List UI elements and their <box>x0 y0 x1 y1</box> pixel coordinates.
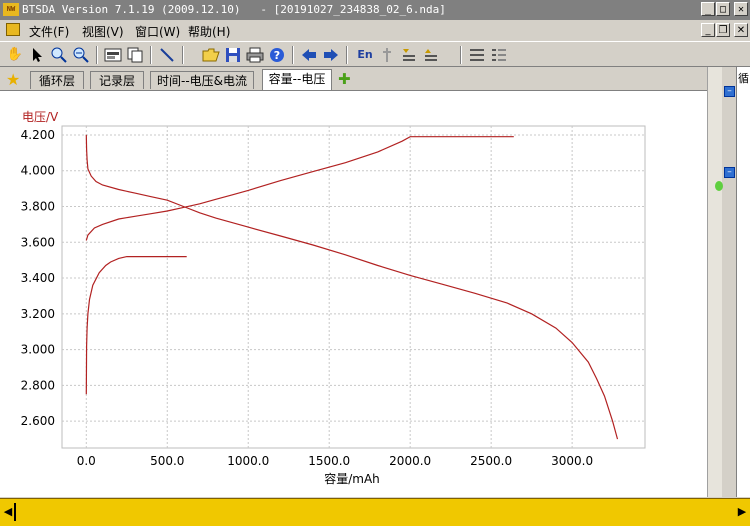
maximize-button[interactable]: □ <box>716 2 730 16</box>
zoom-out-icon[interactable] <box>72 46 90 64</box>
tab-cycle-layer[interactable]: 循环层 <box>30 71 84 89</box>
detail-view-icon[interactable] <box>490 46 508 64</box>
star-icon[interactable]: ★ <box>6 70 20 89</box>
doc-minimize-button[interactable]: _ <box>701 23 715 37</box>
y-tick-label: 3.200 <box>21 307 55 321</box>
list-view-icon[interactable] <box>468 46 486 64</box>
capacity-voltage-chart: 2.600 2.800 3.000 3.200 3.400 3.600 3.800 4.000… <box>21 110 646 486</box>
series-line-3 <box>85 134 619 440</box>
menu-help[interactable]: 帮助(H) <box>188 23 230 40</box>
doc-icon[interactable] <box>6 23 20 36</box>
y-tick-label: 4.200 <box>21 128 55 142</box>
scroll-thumb[interactable] <box>14 503 16 521</box>
title-bar: NW BTSDA Version 7.1.19 (2009.12.10) - [… <box>0 0 750 20</box>
print-icon[interactable] <box>246 46 264 64</box>
x-axis-label: 容量/mAh <box>324 471 380 486</box>
hand-icon[interactable]: ✋ <box>6 46 24 64</box>
language-toggle[interactable]: En <box>354 46 376 64</box>
right-panel-label: 循 <box>738 72 749 85</box>
series-line-2 <box>85 136 514 241</box>
y-tick-label: 2.800 <box>21 378 55 392</box>
menu-window[interactable]: 窗口(W) <box>135 23 180 40</box>
menu-bar: 文件(F) 视图(V) 窗口(W) 帮助(H) _ ❐ ✕ <box>0 20 750 40</box>
x-tick-label: 3000.0 <box>551 454 593 468</box>
window-title: BTSDA Version 7.1.19 (2009.12.10) - [201… <box>22 3 446 16</box>
x-tick-label: 1500.0 <box>308 454 350 468</box>
tab-bar: ★ 循环层 记录层 时间--电压&电流 容量--电压 ✚ <box>0 68 720 90</box>
series-line-1 <box>85 256 187 395</box>
x-tick-label: 2000.0 <box>389 454 431 468</box>
minimize-button[interactable]: _ <box>701 2 715 16</box>
tab-record-layer[interactable]: 记录层 <box>90 71 144 89</box>
y-tick-label: 4.000 <box>21 164 55 178</box>
app-icon: NW <box>3 3 19 16</box>
collapse-icon-2[interactable]: – <box>724 167 735 178</box>
horizontal-scrollbar[interactable]: ◀ ▶ <box>0 498 750 526</box>
vertical-scrollbar[interactable] <box>707 67 722 497</box>
forward-arrow-icon[interactable] <box>322 46 340 64</box>
toolbar: ✋ ? En <box>0 41 750 67</box>
y-tick-label: 3.400 <box>21 271 55 285</box>
x-tick-label: 500.0 <box>150 454 184 468</box>
y-tick-label: 3.800 <box>21 200 55 214</box>
y-axis-label: 电压/V <box>22 110 59 124</box>
x-tick-label: 1000.0 <box>227 454 269 468</box>
right-side-panel: 循 – – <box>715 67 750 497</box>
pin-icon[interactable] <box>378 46 396 64</box>
plot-frame <box>61 125 646 449</box>
scroll-left-icon[interactable]: ◀ <box>2 504 14 520</box>
menu-view[interactable]: 视图(V) <box>82 23 124 40</box>
tab-capacity-voltage[interactable]: 容量--电压 <box>262 69 332 90</box>
back-arrow-icon[interactable] <box>300 46 318 64</box>
pointer-icon[interactable] <box>28 46 46 64</box>
close-button[interactable]: ✕ <box>734 2 748 16</box>
x-tick-label: 0.0 <box>77 454 96 468</box>
open-folder-icon[interactable] <box>202 46 220 64</box>
add-tab-icon[interactable]: ✚ <box>338 70 351 88</box>
menu-file[interactable]: 文件(F) <box>29 23 69 40</box>
chart-pane: 2.600 2.800 3.000 3.200 3.400 3.600 3.800 4.000… <box>0 90 720 497</box>
zoom-in-icon[interactable] <box>50 46 68 64</box>
tab-time-voltage-current[interactable]: 时间--电压&电流 <box>150 71 254 89</box>
save-icon[interactable] <box>224 46 242 64</box>
y-tick-label: 3.000 <box>21 343 55 357</box>
chart-settings-icon[interactable] <box>104 46 122 64</box>
pen-icon[interactable] <box>158 46 176 64</box>
collapse-icon[interactable]: – <box>724 86 735 97</box>
sort-up-icon[interactable] <box>422 46 440 64</box>
y-tick-label: 2.600 <box>21 414 55 428</box>
copy-icon[interactable] <box>126 46 144 64</box>
status-light-icon <box>715 181 723 191</box>
help-icon[interactable]: ? <box>268 46 286 64</box>
doc-restore-button[interactable]: ❐ <box>716 23 730 37</box>
svg-text:?: ? <box>274 49 280 62</box>
y-tick-label: 3.600 <box>21 235 55 249</box>
doc-close-button[interactable]: ✕ <box>734 23 748 37</box>
sort-down-icon[interactable] <box>400 46 418 64</box>
x-tick-label: 2500.0 <box>470 454 512 468</box>
scroll-right-icon[interactable]: ▶ <box>736 504 748 520</box>
